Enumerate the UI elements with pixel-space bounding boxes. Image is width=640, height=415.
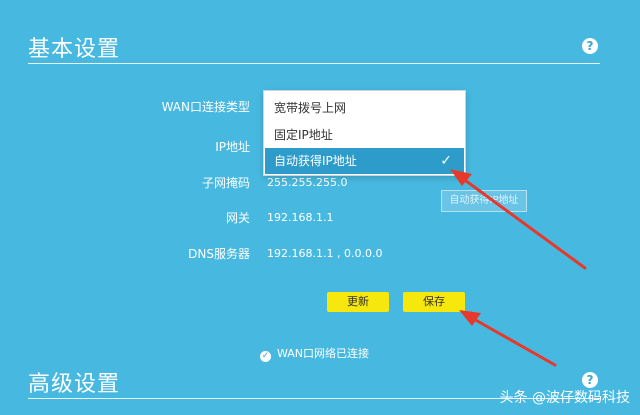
arrow-to-save-button — [459, 310, 557, 367]
annotation-arrows — [450, 169, 587, 367]
arrow-to-dhcp-option — [450, 169, 587, 270]
watermark: 头条 @波仔数码科技 — [499, 390, 630, 406]
